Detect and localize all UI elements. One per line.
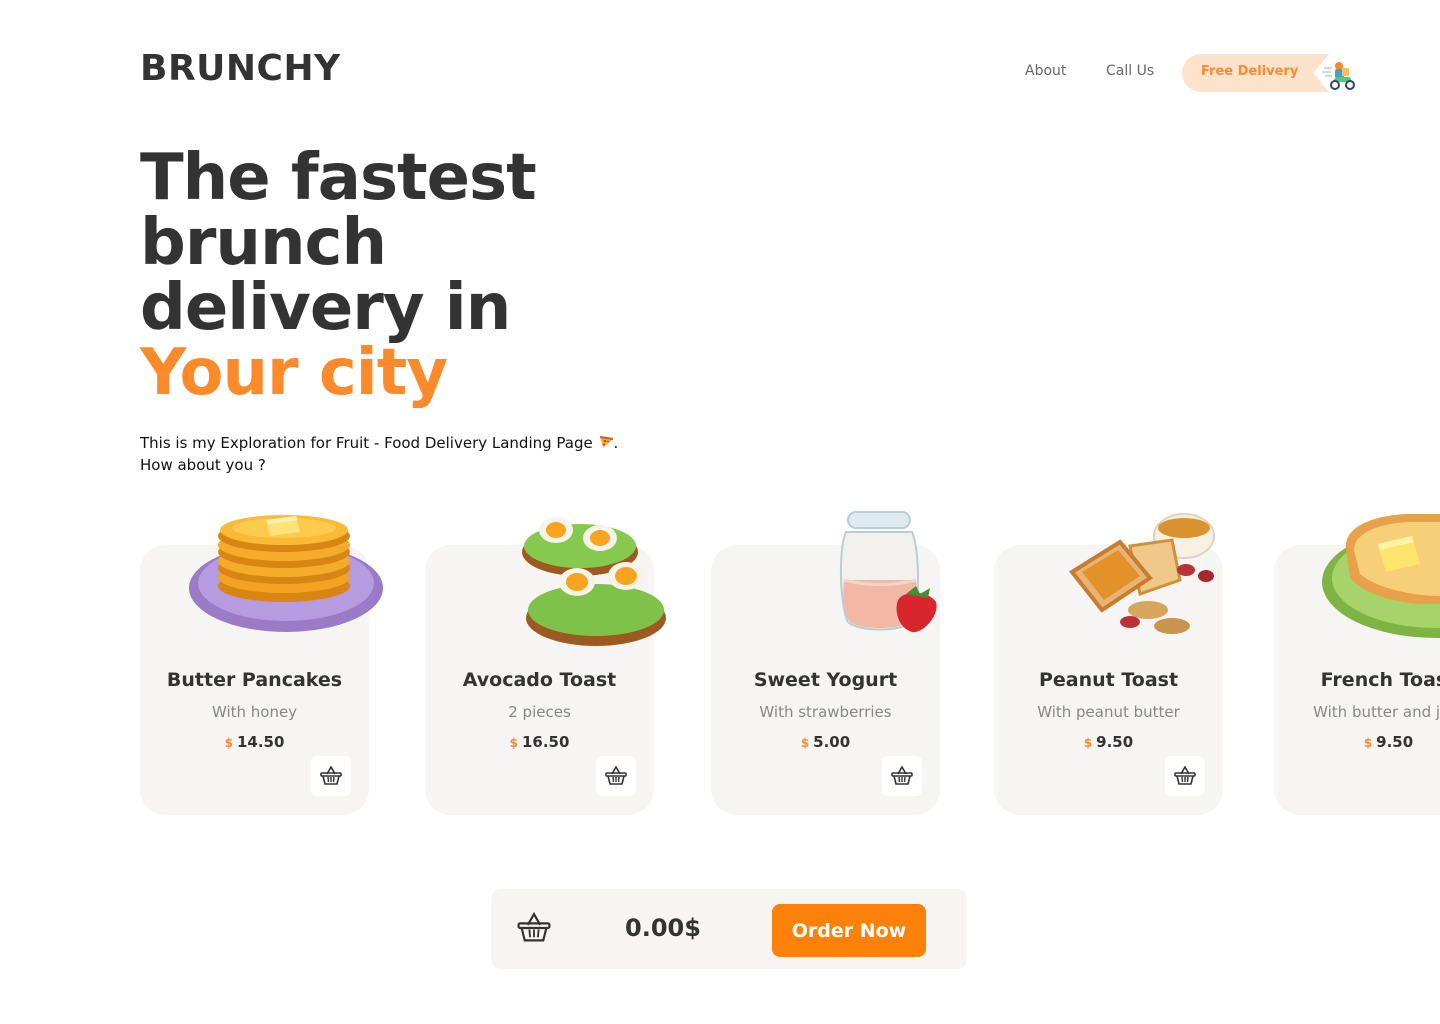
hero-line-1: The fastest: [140, 141, 537, 215]
product-price: $14.50: [140, 733, 369, 751]
hero-headline: The fastest brunch delivery in Your city: [140, 141, 537, 410]
hero-accent-line: Your city: [140, 336, 448, 410]
hero-line-2: brunch: [140, 206, 387, 280]
product-price: $9.50: [1274, 733, 1440, 751]
subtitle-period: .: [613, 434, 619, 452]
product-name: Peanut Toast: [1038, 669, 1179, 691]
price-value: 14.50: [236, 733, 285, 751]
scooter-icon: [1319, 55, 1357, 93]
add-to-basket-button[interactable]: [882, 756, 922, 796]
product-name: Sweet Yogurt: [753, 669, 898, 691]
nav-call-us-link[interactable]: Call Us: [1106, 63, 1154, 79]
basket-icon: [1174, 766, 1196, 785]
free-delivery-label[interactable]: Free Delivery: [1201, 64, 1298, 79]
currency-symbol: $: [1363, 736, 1373, 750]
peanut-toast-icon: [1069, 513, 1215, 634]
basket-icon: [605, 766, 627, 785]
product-desc: With honey: [211, 703, 298, 721]
top-nav: About Call Us Free Delivery: [1010, 54, 1360, 93]
product-desc: 2 pieces: [508, 703, 571, 721]
product-desc: With peanut butter: [1037, 703, 1180, 721]
product-price: $9.50: [994, 733, 1223, 751]
product-desc: With strawberries: [759, 703, 892, 721]
product-name: Butter Pancakes: [166, 669, 343, 691]
basket-icon[interactable]: [517, 911, 551, 945]
currency-symbol: $: [800, 736, 810, 750]
subtitle-text-2: How about you ?: [140, 456, 266, 474]
cart-total: 0.00$: [625, 914, 701, 942]
price-value: 16.50: [521, 733, 570, 751]
price-value: 9.50: [1096, 733, 1134, 751]
currency-symbol: $: [509, 736, 518, 750]
product-price: $16.50: [425, 733, 654, 751]
add-to-basket-button[interactable]: [596, 756, 636, 796]
yogurt-icon: [839, 511, 937, 633]
cart-bar: 0.00$ Order Now: [491, 889, 967, 969]
order-now-button[interactable]: Order Now: [772, 904, 926, 957]
currency-symbol: $: [224, 736, 233, 750]
basket-icon: [891, 766, 913, 785]
french-toast-icon: [1322, 514, 1440, 638]
product-name: French Toast: [1320, 669, 1440, 691]
product-desc: With butter and jam: [1313, 703, 1440, 721]
hero-line-3: delivery in: [140, 271, 511, 345]
currency-symbol: $: [1083, 736, 1093, 750]
basket-icon: [320, 766, 342, 785]
avocado-toast-icon: [522, 517, 666, 646]
add-to-basket-button[interactable]: [1165, 756, 1205, 796]
product-price: $5.00: [711, 733, 940, 751]
subtitle-text-1: This is my Exploration for Fruit - Food …: [140, 434, 593, 452]
hero-subtitle: This is my Exploration for Fruit - Food …: [140, 432, 618, 476]
price-value: 9.50: [1376, 733, 1414, 751]
pancakes-icon: [189, 515, 383, 632]
price-value: 5.00: [813, 733, 851, 751]
brand-logo[interactable]: BRUNCHY: [140, 48, 341, 89]
add-to-basket-button[interactable]: [311, 756, 351, 796]
nav-about-link[interactable]: About: [1025, 63, 1066, 79]
product-name: Avocado Toast: [462, 669, 617, 691]
pizza-icon: [599, 435, 613, 448]
